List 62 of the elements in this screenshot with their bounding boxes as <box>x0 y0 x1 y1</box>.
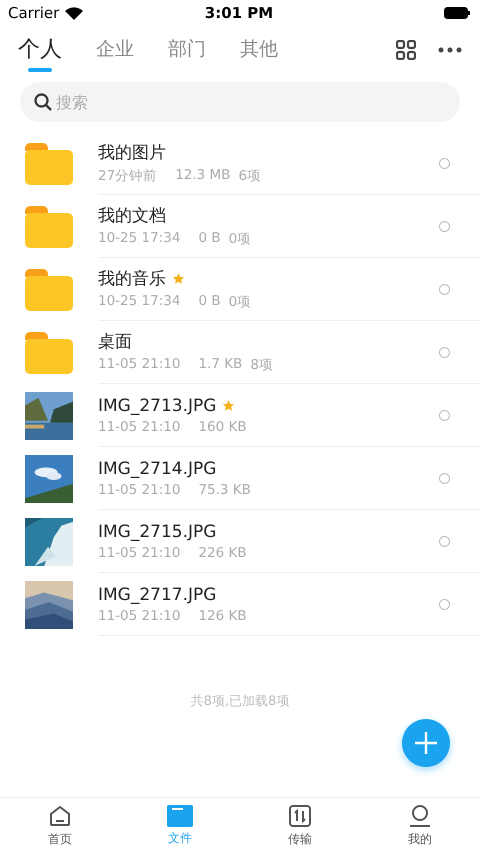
modified-time: 11-05 21:10 <box>98 356 180 374</box>
select-radio[interactable] <box>439 346 450 358</box>
grid-icon[interactable] <box>396 40 416 60</box>
file-size: 75.3 KB <box>198 482 251 498</box>
select-radio[interactable] <box>439 472 450 484</box>
file-name[interactable]: 桌面 <box>98 330 132 353</box>
modified-time: 10-25 17:34 <box>98 293 180 311</box>
carrier-name: Carrier <box>8 4 60 22</box>
folder-icon <box>25 332 73 374</box>
search-icon <box>34 93 52 111</box>
wifi-icon <box>65 6 84 20</box>
battery-icon <box>444 7 470 19</box>
file-name[interactable]: 我的图片 <box>98 141 166 164</box>
file-size: 160 KB <box>198 418 247 434</box>
file-size: 1.7 KB <box>198 356 242 374</box>
more-icon[interactable] <box>438 47 462 53</box>
select-radio[interactable] <box>439 220 450 232</box>
load-status: 共8项,已加载8项 <box>190 694 290 709</box>
modified-time: 10-25 17:34 <box>98 230 180 248</box>
file-size: 0 B <box>198 230 221 248</box>
plus-icon <box>414 731 438 755</box>
tab[interactable]: 部门 <box>168 30 206 70</box>
tab[interactable]: 企业 <box>96 30 134 70</box>
clock-time: 3:01 PM <box>204 4 274 22</box>
folder-icon <box>25 206 73 248</box>
file-size: 12.3 MB <box>175 167 230 185</box>
tab[interactable]: 其他 <box>240 30 278 70</box>
select-radio[interactable] <box>439 284 450 294</box>
folder-icon <box>167 804 193 826</box>
modified-time: 27分钟前 <box>98 167 158 185</box>
home-icon <box>48 804 72 828</box>
select-radio[interactable] <box>439 410 450 420</box>
file-name[interactable]: IMG_2713.JPG <box>98 396 216 416</box>
modified-time: 11-05 21:10 <box>98 482 180 498</box>
select-radio[interactable] <box>439 158 450 168</box>
folder-icon <box>25 142 73 184</box>
person-icon <box>408 804 432 828</box>
nav-tab[interactable]: 我的 <box>360 798 480 853</box>
file-size: 126 KB <box>198 608 247 624</box>
item-count: 0项 <box>228 293 252 311</box>
item-count: 6项 <box>238 167 262 185</box>
nav-tab[interactable]: 首页 <box>0 798 120 853</box>
modified-time: 11-05 21:10 <box>98 544 180 560</box>
add-button[interactable] <box>402 719 450 767</box>
file-size: 226 KB <box>198 544 247 560</box>
file-size: 0 B <box>198 293 221 311</box>
search-field[interactable]: 搜索 <box>20 82 460 122</box>
modified-time: 11-05 21:10 <box>98 418 180 434</box>
file-name[interactable]: IMG_2717.JPG <box>98 584 216 604</box>
select-radio[interactable] <box>439 536 450 546</box>
file-name[interactable]: 我的文档 <box>98 204 166 227</box>
nav-tab[interactable]: 传输 <box>240 798 360 853</box>
item-count: 8项 <box>250 356 273 374</box>
tab[interactable]: 个人 <box>18 28 62 72</box>
file-name[interactable]: IMG_2715.JPG <box>98 522 216 542</box>
select-radio[interactable] <box>439 598 450 610</box>
transfer-icon <box>288 804 312 828</box>
modified-time: 11-05 21:10 <box>98 608 180 624</box>
item-count: 0项 <box>228 230 252 248</box>
file-name[interactable]: IMG_2714.JPG <box>98 458 216 478</box>
folder-icon <box>25 268 73 310</box>
file-name[interactable]: 我的音乐 <box>98 267 166 290</box>
